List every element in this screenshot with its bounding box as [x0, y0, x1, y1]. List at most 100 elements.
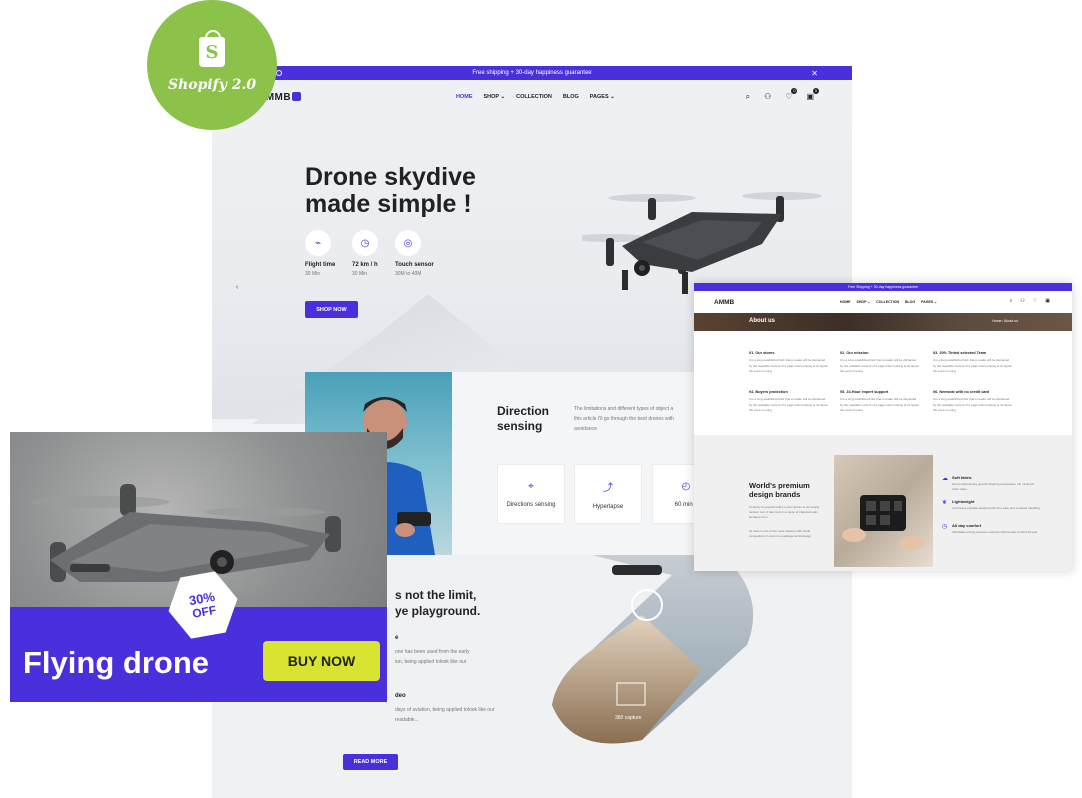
- hero-title-line1: Drone skydive: [305, 163, 476, 191]
- feature-item: ❦ Lightweight Low heavy portable weight pe…: [942, 499, 1042, 511]
- section-title: Direction sensing: [497, 404, 549, 434]
- user-icon[interactable]: ⚇: [1020, 298, 1024, 304]
- desc-line: avoidance.: [574, 426, 599, 432]
- nav-pages[interactable]: PAGES ⌄: [590, 94, 615, 100]
- section-title-line1: Direction: [497, 404, 550, 418]
- feature-desc: Affordable pricing ensures maximum disco…: [952, 530, 1038, 534]
- shopify-badge: S Shopify 2.0: [147, 0, 277, 130]
- card-directions-sensing[interactable]: ⌖ Directions sensing: [497, 464, 565, 524]
- about-announcement-bar: Free Shipping + 30-day happiness guarant…: [694, 283, 1072, 291]
- cart-icon[interactable]: ▣: [1045, 298, 1050, 304]
- brands-section: World's premium design brands Contrary to…: [694, 435, 1072, 571]
- nav-shop[interactable]: SHOP ⌄: [484, 94, 506, 100]
- about-column: 06. Neeweal with no credit card It is a l…: [933, 390, 1013, 414]
- prev-slide-icon[interactable]: ‹: [236, 284, 238, 291]
- brands-title: World's premium design brands: [749, 481, 810, 499]
- card-label: Hyperlapse: [592, 503, 624, 510]
- section-title-line2: sensing: [497, 419, 543, 433]
- nav-collection[interactable]: COLLECTION: [516, 94, 552, 100]
- timer-icon: ◴: [681, 480, 691, 492]
- title-line: ye playground.: [395, 604, 481, 618]
- close-icon[interactable]: ✕: [811, 69, 818, 78]
- column-title: 04. Buyers protection: [749, 390, 788, 394]
- column-desc: It is a long established fact that a rea…: [749, 358, 829, 373]
- route-icon: ⤴: [603, 482, 613, 494]
- desc-line: ion, being applied tolook like our: [395, 659, 467, 665]
- hero-title: Drone skydive made simple !: [305, 164, 476, 218]
- cart-count: 0: [813, 88, 819, 94]
- breadcrumb[interactable]: Home / About us: [992, 319, 1018, 323]
- about-column: 03. 20% Tinted selected Team It is a long…: [933, 351, 1013, 375]
- wishlist-icon[interactable]: ♡ 0: [785, 88, 798, 102]
- buy-now-button[interactable]: BUY NOW: [263, 641, 380, 681]
- title-line: s not the limit,: [395, 588, 477, 602]
- about-nav-collection[interactable]: COLLECTION: [876, 300, 899, 304]
- feature-sub: 30M to 40M: [395, 271, 422, 277]
- feature-desc: Get complimentary ground shipping everyw…: [952, 482, 1035, 491]
- battery-icon: ⌁: [305, 230, 331, 256]
- hero-title-line2: made simple !: [305, 190, 472, 218]
- title-line: design brands: [749, 490, 801, 499]
- column-desc: It is a long established fact that a rea…: [933, 397, 1013, 412]
- nav-blog[interactable]: BLOG: [563, 94, 579, 100]
- crosshair-icon: ⌖: [528, 480, 534, 492]
- about-header: AMMB HOME SHOP ⌄ COLLECTION BLOG PAGES ⌄…: [694, 291, 1072, 313]
- cloud-icon: ☁: [942, 476, 948, 482]
- about-nav-shop[interactable]: SHOP ⌄: [857, 300, 871, 304]
- target-icon: ◎: [395, 230, 421, 256]
- about-nav-pages[interactable]: PAGES ⌄: [921, 300, 937, 304]
- desc-line: days of aviation, being applied tolook l…: [395, 707, 495, 713]
- column-desc: It is a long established fact that a rea…: [933, 358, 1013, 373]
- read-more-button[interactable]: READ MORE: [343, 754, 398, 770]
- item-title: e: [395, 635, 399, 641]
- item-desc: one has been used from the early ion, bei…: [395, 647, 495, 667]
- shopify-bag-icon: S: [199, 30, 225, 67]
- user-icon[interactable]: ⚇: [764, 92, 771, 102]
- about-nav: HOME SHOP ⌄ COLLECTION BLOG PAGES ⌄: [840, 300, 937, 304]
- discount-off: OFF: [191, 602, 218, 621]
- capture-label: 360 capture: [615, 715, 642, 721]
- promo-title: Flying drone: [23, 645, 209, 680]
- column-desc: It is a long established fact that a rea…: [840, 397, 920, 412]
- header-icons: ⌕ ⚇ ♡ 0 ▣ 0: [746, 88, 819, 102]
- shopify-label: Shopify 2.0: [167, 77, 257, 93]
- section-desc: The limitations and different types of o…: [574, 404, 694, 434]
- instagram-icon[interactable]: [276, 70, 282, 76]
- announcement-text: Free shipping + 30-day happiness guarant…: [472, 70, 592, 76]
- column-desc: It is a long established fact that a rea…: [749, 397, 829, 412]
- main-nav: HOME SHOP ⌄ COLLECTION BLOG PAGES ⌄: [456, 94, 615, 100]
- about-banner: About us Home / About us: [694, 313, 1072, 331]
- item-desc: days of aviation, being applied tolook l…: [395, 705, 525, 725]
- logo-mark-icon: [292, 92, 302, 102]
- feature-title: Soft fabric: [952, 475, 972, 480]
- main-header: AMMB HOME SHOP ⌄ COLLECTION BLOG PAGES ⌄…: [212, 80, 852, 114]
- cart-icon[interactable]: ▣ 0: [806, 88, 819, 102]
- item-title: deo: [395, 693, 406, 699]
- playground-title: s not the limit, ye playground.: [395, 587, 480, 619]
- search-icon[interactable]: ⌕: [746, 92, 750, 102]
- shop-now-button[interactable]: SHOP NOW: [305, 301, 358, 318]
- column-title: 02. Our mission: [840, 351, 869, 355]
- camera-case-image: [834, 455, 933, 567]
- nav-home[interactable]: HOME: [456, 94, 473, 100]
- about-column: 05. 24-Hour expert support It is a long e…: [840, 390, 920, 414]
- about-column: 01. Our stores It is a long established f…: [749, 351, 829, 375]
- column-title: 03. 20% Tinted selected Team: [933, 351, 987, 355]
- column-title: 06. Neeweal with no credit card: [933, 390, 990, 394]
- feature-title: Touch sensor: [395, 262, 434, 268]
- brands-desc: Contrary to popular belief, Lorem Ipsum …: [749, 505, 820, 519]
- card-hyperlapse[interactable]: ⤴ Hyperlapse: [574, 464, 642, 524]
- card-label: Directions sensing: [506, 501, 556, 508]
- brands-desc: Its roots in one of the most obscure wit…: [749, 529, 812, 538]
- about-nav-home[interactable]: HOME: [840, 300, 851, 304]
- title-line: World's premium: [749, 481, 810, 490]
- about-column: 04. Buyers protection It is a long establ…: [749, 390, 829, 414]
- feather-icon: ❦: [942, 500, 948, 506]
- about-nav-blog[interactable]: BLOG: [905, 300, 915, 304]
- search-icon[interactable]: ⌕: [1009, 298, 1012, 304]
- wishlist-count: 0: [791, 88, 798, 94]
- wishlist-icon[interactable]: ♡: [1033, 298, 1037, 304]
- about-logo[interactable]: AMMB: [714, 299, 734, 306]
- desc-line: this article I'll go through the best dr…: [574, 416, 674, 422]
- feature-desc: Low heavy portable weight perfect for ea…: [952, 506, 1040, 510]
